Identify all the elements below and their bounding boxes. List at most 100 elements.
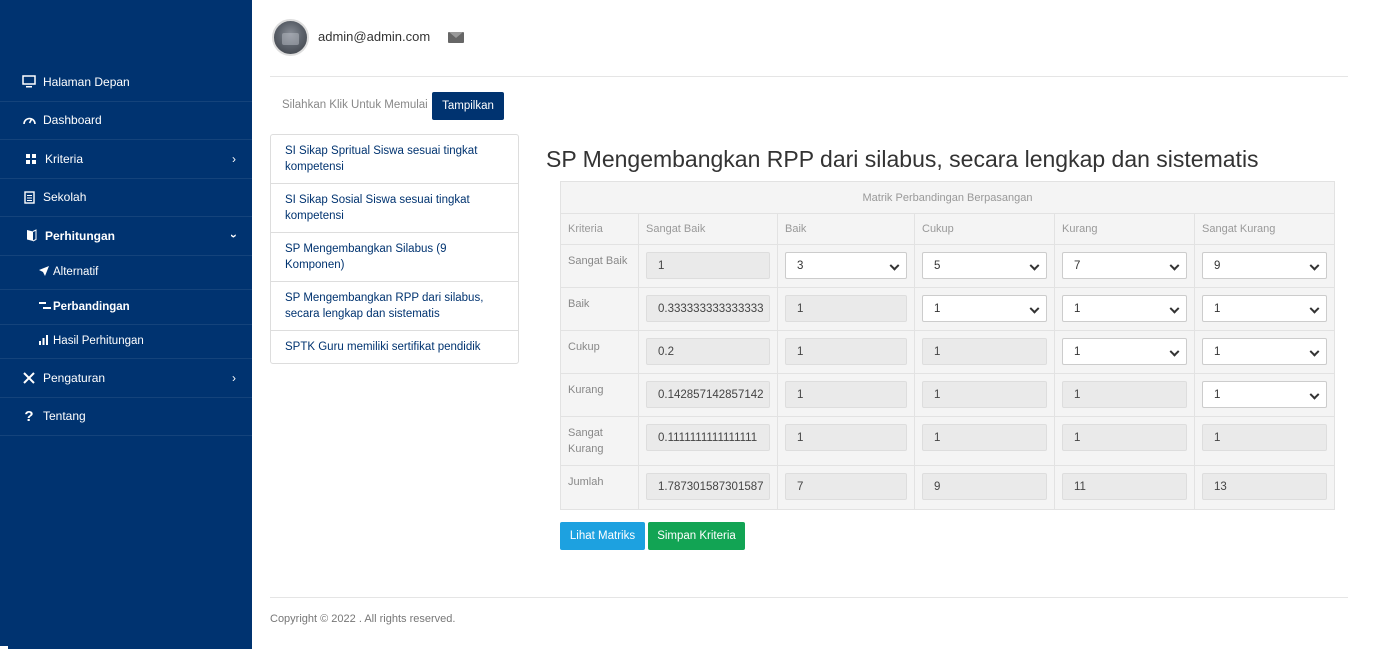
matrix-value-readonly: 1 — [1202, 424, 1327, 451]
send-icon — [39, 265, 51, 279]
matrix-row-label: Cukup — [560, 330, 639, 374]
sidebar-item-dashboard[interactable]: Dashboard — [0, 102, 252, 140]
chevron-down-icon — [1309, 260, 1320, 271]
mail-icon[interactable] — [448, 32, 464, 43]
matrix-row-label: Kurang — [560, 373, 639, 417]
matrix-row-label: Sangat Baik — [560, 244, 639, 288]
sidebar-item-perhitungan[interactable]: Perhitungan › — [0, 217, 252, 256]
sidebar-item-tentang[interactable]: ? Tentang — [0, 398, 252, 436]
sidebar-subitem-perbandingan[interactable]: Perbandingan — [0, 290, 252, 325]
compare-icon — [39, 301, 51, 313]
lihat-matriks-button[interactable]: Lihat Matriks — [560, 522, 645, 550]
sidebar-item-label: Sekolah — [43, 190, 87, 205]
table-row: Sangat Baik 1 3 5 7 9 — [560, 244, 1335, 288]
chevron-down-icon — [1169, 346, 1180, 357]
sidebar-item-halaman-depan[interactable]: Halaman Depan — [0, 63, 252, 102]
avatar[interactable] — [272, 19, 309, 56]
chevron-down-icon — [1169, 260, 1180, 271]
sidebar-subitem-label: Perbandingan — [53, 300, 130, 313]
sidebar-item-pengaturan[interactable]: Pengaturan › — [0, 359, 252, 398]
matrix-row-label: Baik — [560, 287, 639, 331]
matrix-value-readonly: 1 — [785, 381, 907, 408]
sidebar-item-label: Pengaturan — [43, 370, 106, 385]
matrix-column-header: Baik — [777, 213, 915, 245]
matrix-total-value: 7 — [785, 473, 907, 500]
matrix-value-readonly: 1 — [1062, 381, 1187, 408]
matrix-total-label: Jumlah — [560, 465, 639, 510]
sidebar-item-label: Dashboard — [43, 113, 102, 128]
matrix-value-readonly: 1 — [785, 338, 907, 365]
matrix-caption: Matrik Perbandingan Berpasangan — [560, 181, 1335, 214]
matrix-value-readonly: 1 — [1062, 424, 1187, 451]
sidebar-item-sekolah[interactable]: Sekolah — [0, 179, 252, 217]
matrix-value-readonly: 1 — [922, 338, 1047, 365]
sidebar-subitem-alternatif[interactable]: Alternatif — [0, 256, 252, 290]
matrix-value-select[interactable]: 1 — [1202, 338, 1327, 365]
matrix-column-header: Kurang — [1054, 213, 1195, 245]
table-row: Kurang 0.142857142857142 1 1 1 1 — [560, 373, 1335, 417]
select-value: 3 — [797, 259, 804, 272]
comparison-matrix: Matrik Perbandingan Berpasangan Kriteria… — [560, 181, 1335, 510]
matrix-value-select[interactable]: 3 — [785, 252, 907, 279]
matrix-total-value: 9 — [922, 473, 1047, 500]
table-row: Baik 0.333333333333333 1 1 1 1 — [560, 287, 1335, 331]
matrix-value-readonly: 0.142857142857142 — [646, 381, 770, 408]
sidebar-nav: Halaman Depan Dashboard Kriteria › Sekol… — [0, 63, 252, 436]
matrix-value-select[interactable]: 5 — [922, 252, 1047, 279]
criteria-list-item[interactable]: SI Sikap Sosial Siswa sesuai tingkat kom… — [271, 184, 518, 233]
matrix-value-select[interactable]: 9 — [1202, 252, 1327, 279]
matrix-total-value: 11 — [1062, 473, 1187, 500]
grid-icon — [23, 151, 39, 167]
matrix-column-header: Cukup — [914, 213, 1055, 245]
matrix-value-readonly: 1 — [785, 424, 907, 451]
footer-copyright: Copyright © 2022 . All rights reserved. — [270, 613, 456, 625]
simpan-kriteria-button[interactable]: Simpan Kriteria — [648, 522, 745, 550]
select-value: 5 — [934, 259, 941, 272]
criteria-list-item[interactable]: SI Sikap Spritual Siswa sesuai tingkat k… — [271, 135, 518, 184]
select-value: 1 — [1214, 302, 1221, 315]
criteria-list-item[interactable]: SPTK Guru memiliki sertifikat pendidik — [271, 331, 518, 363]
matrix-value-select[interactable]: 1 — [922, 295, 1047, 322]
sidebar-item-label: Kriteria — [45, 151, 84, 166]
select-value: 1 — [1074, 345, 1081, 358]
table-row-total: Jumlah 1.787301587301587 7 9 11 13 — [560, 465, 1335, 510]
matrix-value-select[interactable]: 1 — [1062, 295, 1187, 322]
top-header: admin@admin.com — [270, 0, 1348, 77]
matrix-value-select[interactable]: 1 — [1202, 381, 1327, 408]
matrix-column-header: Sangat Kurang — [1194, 213, 1335, 245]
tab-tampilkan-button[interactable]: Tampilkan — [432, 92, 504, 120]
chevron-down-icon — [889, 260, 900, 271]
sidebar-item-kriteria[interactable]: Kriteria › — [0, 140, 252, 179]
matrix-value-readonly: 0.1111111111111111 — [646, 424, 770, 451]
bar-chart-icon — [39, 334, 51, 348]
select-value: 1 — [1074, 302, 1081, 315]
select-value: 7 — [1074, 259, 1081, 272]
matrix-value-select[interactable]: 1 — [1062, 338, 1187, 365]
tab-start-hint[interactable]: Silahkan Klik Untuk Memulai — [282, 99, 428, 111]
criteria-list-item[interactable]: SP Mengembangkan Silabus (9 Komponen) — [271, 233, 518, 282]
criteria-list-item[interactable]: SP Mengembangkan RPP dari silabus, secar… — [271, 282, 518, 331]
book-icon — [23, 228, 39, 244]
sidebar-subitem-label: Hasil Perhitungan — [53, 335, 144, 348]
chevron-right-icon: › — [232, 151, 236, 166]
chevron-down-icon — [1309, 389, 1320, 400]
matrix-total-value: 13 — [1202, 473, 1327, 500]
chevron-down-icon — [1169, 303, 1180, 314]
question-icon: ? — [24, 407, 34, 425]
user-email[interactable]: admin@admin.com — [318, 29, 430, 44]
chevron-right-icon: › — [232, 370, 236, 385]
sidebar-item-label: Tentang — [43, 409, 86, 424]
matrix-value-readonly: 1 — [922, 424, 1047, 451]
page-title: SP Mengembangkan RPP dari silabus, secar… — [546, 146, 1259, 172]
criteria-list: SI Sikap Spritual Siswa sesuai tingkat k… — [270, 134, 519, 364]
matrix-value-select[interactable]: 1 — [1202, 295, 1327, 322]
select-value: 1 — [934, 302, 941, 315]
matrix-value-readonly: 0.2 — [646, 338, 770, 365]
matrix-value-readonly: 0.333333333333333 — [646, 295, 770, 322]
matrix-column-header: Sangat Baik — [638, 213, 778, 245]
matrix-value-select[interactable]: 7 — [1062, 252, 1187, 279]
chevron-down-icon — [1309, 346, 1320, 357]
select-value: 9 — [1214, 259, 1221, 272]
chevron-down-icon — [1029, 303, 1040, 314]
sidebar-subitem-hasil-perhitungan[interactable]: Hasil Perhitungan — [0, 325, 252, 359]
